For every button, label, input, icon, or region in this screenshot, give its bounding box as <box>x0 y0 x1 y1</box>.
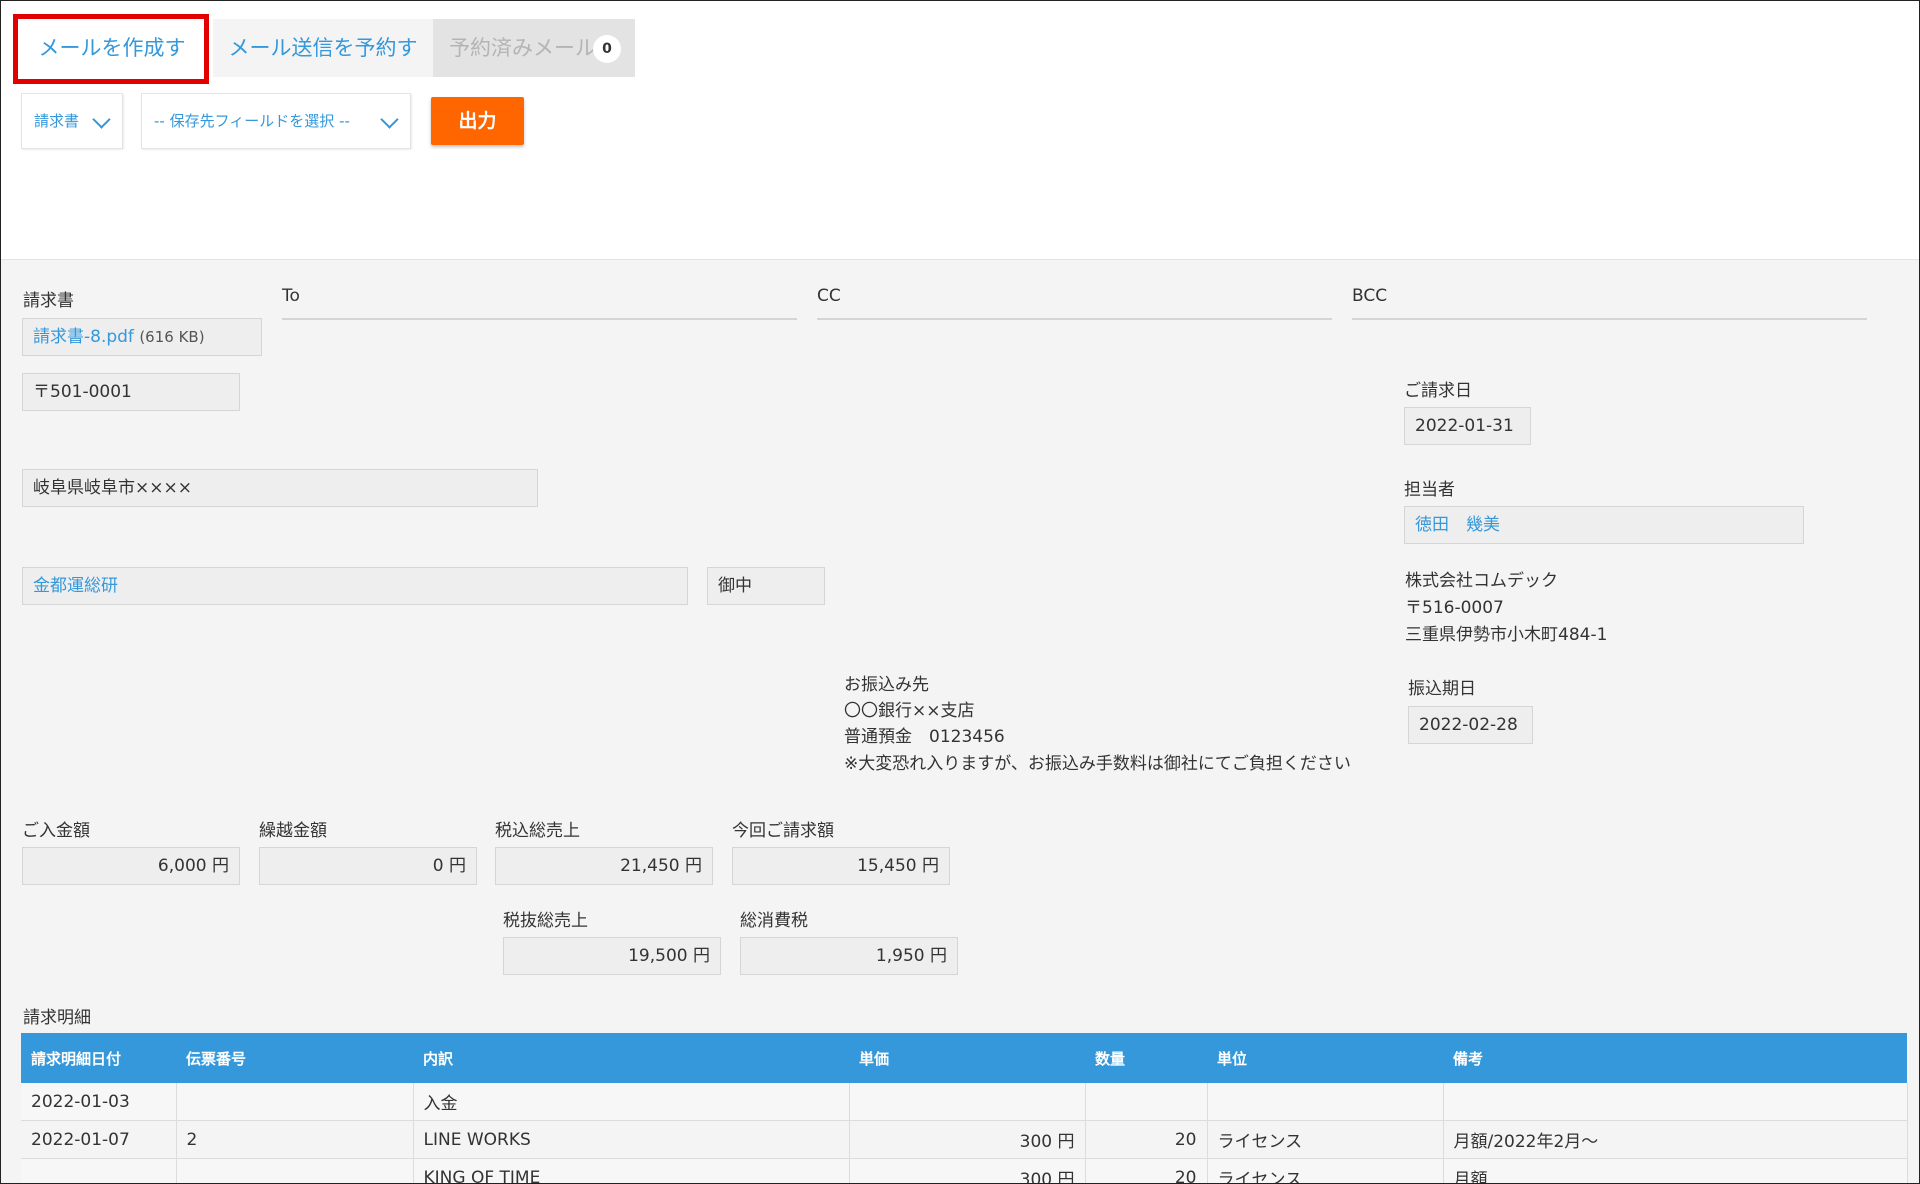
bcc-field[interactable] <box>1352 318 1867 320</box>
cell-slip-no <box>176 1158 414 1183</box>
issuer-address: 三重県伊勢市小木町484-1 <box>1405 625 1608 645</box>
cell-date: 2022-01-03 <box>21 1083 177 1121</box>
customer-postal-field[interactable]: 〒501-0001 <box>22 373 240 411</box>
to-label: To <box>282 286 300 306</box>
to-field[interactable] <box>282 318 797 320</box>
sales-excl-label: 税抜総売上 <box>503 911 588 931</box>
carryover-field[interactable]: 0 円 <box>259 847 477 885</box>
col-header-slip-no[interactable]: 伝票番号 <box>176 1033 413 1083</box>
cell-unit-price <box>849 1083 1086 1121</box>
customer-address-field[interactable]: 岐阜県岐阜市×××× <box>22 469 538 507</box>
carryover-label: 繰越金額 <box>259 821 327 841</box>
template-select-value: 請求書 <box>34 112 80 130</box>
cc-field[interactable] <box>817 318 1332 320</box>
cell-item: 入金 <box>413 1083 850 1121</box>
chevron-down-icon <box>380 110 399 129</box>
cc-label: CC <box>817 286 841 306</box>
col-header-unit-price[interactable]: 単価 <box>849 1033 1085 1083</box>
cell-quantity: 20 <box>1085 1158 1208 1183</box>
cell-remarks <box>1443 1083 1908 1121</box>
save-field-select[interactable]: -- 保存先フィールドを選択 -- <box>141 93 411 149</box>
cell-quantity <box>1085 1083 1208 1121</box>
person-label: 担当者 <box>1404 480 1455 500</box>
sales-incl-field[interactable]: 21,450 円 <box>495 847 713 885</box>
cell-item: LINE WORKS <box>413 1120 850 1159</box>
due-date-field[interactable]: 2022-02-28 <box>1408 706 1533 744</box>
tab-compose-mail[interactable]: メールを作成する <box>19 19 205 118</box>
cell-quantity: 20 <box>1085 1120 1208 1159</box>
tab-schedule-mail[interactable]: メール送信を予約する <box>213 19 433 118</box>
col-header-date[interactable]: 請求明細日付 <box>21 1033 176 1083</box>
tax-label: 総消費税 <box>740 911 808 931</box>
issuer-postal: 〒516-0007 <box>1405 598 1504 618</box>
details-title: 請求明細 <box>23 1008 91 1028</box>
cell-unit <box>1207 1083 1444 1121</box>
cell-unit-price: 300 円 <box>849 1158 1086 1183</box>
attachment-label: 請求書 <box>23 291 74 311</box>
customer-company-field[interactable]: 金都運総研 <box>22 567 688 605</box>
col-header-unit[interactable]: 単位 <box>1207 1033 1443 1083</box>
table-row[interactable]: 2022-01-03 入金 <box>21 1083 1908 1121</box>
template-select[interactable]: 請求書 <box>21 93 123 149</box>
received-field[interactable]: 6,000 円 <box>22 847 240 885</box>
sales-excl-field[interactable]: 19,500 円 <box>503 937 721 975</box>
details-header-row: 請求明細日付 伝票番号 内訳 単価 数量 単位 備考 <box>21 1033 1907 1083</box>
billing-label: 今回ご請求額 <box>732 821 834 841</box>
save-field-select-value: -- 保存先フィールドを選択 -- <box>154 112 350 130</box>
table-row[interactable]: 2022-01-07 2 LINE WORKS 300 円 20 ライセンス 月… <box>21 1120 1908 1159</box>
toolbar-area: メールを作成する メール送信を予約する 予約済みメール 0 請求書 -- 保存先… <box>1 1 1919 259</box>
chevron-down-icon <box>92 110 111 129</box>
bank-account: 普通預金 0123456 <box>844 727 1005 747</box>
tab-scheduled-label: 予約済みメール <box>449 36 596 60</box>
due-date-label: 振込期日 <box>1408 679 1476 699</box>
received-label: ご入金額 <box>22 821 90 841</box>
bank-note: ※大変恐れ入りますが、お振込み手数料は御社にてご負担ください <box>844 754 1351 774</box>
person-field[interactable]: 徳田 幾美 <box>1404 506 1804 544</box>
details-table: 請求明細日付 伝票番号 内訳 単価 数量 単位 備考 2022-01-03 入金… <box>21 1033 1908 1183</box>
sales-incl-label: 税込総売上 <box>495 821 580 841</box>
output-button[interactable]: 出力 <box>431 97 524 145</box>
bank-branch: 〇〇銀行××支店 <box>844 701 975 721</box>
bcc-label: BCC <box>1352 286 1388 306</box>
cell-item: KING OF TIME <box>413 1158 850 1183</box>
cell-date <box>21 1158 177 1183</box>
invoice-date-field[interactable]: 2022-01-31 <box>1404 407 1531 445</box>
table-row[interactable]: KING OF TIME 300 円 20 ライセンス 月額 <box>21 1158 1908 1183</box>
tab-scheduled-mail[interactable]: 予約済みメール 0 <box>433 19 635 77</box>
col-header-remarks[interactable]: 備考 <box>1443 1033 1907 1083</box>
billing-field[interactable]: 15,450 円 <box>732 847 950 885</box>
cell-remarks: 月額 <box>1443 1158 1908 1183</box>
honorific-field[interactable]: 御中 <box>707 567 825 605</box>
invoice-date-label: ご請求日 <box>1404 381 1472 401</box>
cell-unit-price: 300 円 <box>849 1120 1086 1159</box>
cell-remarks: 月額/2022年2月～ <box>1443 1120 1908 1159</box>
attachment-field[interactable]: 請求書-8.pdf (616 KB) <box>22 318 262 356</box>
tax-field[interactable]: 1,950 円 <box>740 937 958 975</box>
col-header-item[interactable]: 内訳 <box>413 1033 849 1083</box>
bank-heading: お振込み先 <box>844 675 929 695</box>
attachment-size: (616 KB) <box>139 328 205 346</box>
cell-slip-no <box>176 1083 414 1121</box>
app-frame: メールを作成する メール送信を予約する 予約済みメール 0 請求書 -- 保存先… <box>0 0 1920 1184</box>
cell-unit: ライセンス <box>1207 1120 1444 1159</box>
attachment-file-link[interactable]: 請求書-8.pdf <box>33 327 134 347</box>
cell-unit: ライセンス <box>1207 1158 1444 1183</box>
cell-date: 2022-01-07 <box>21 1120 177 1159</box>
issuer-name: 株式会社コムデック <box>1405 571 1558 591</box>
col-header-quantity[interactable]: 数量 <box>1085 1033 1207 1083</box>
cell-slip-no: 2 <box>176 1120 414 1159</box>
scheduled-count-badge: 0 <box>593 35 621 63</box>
